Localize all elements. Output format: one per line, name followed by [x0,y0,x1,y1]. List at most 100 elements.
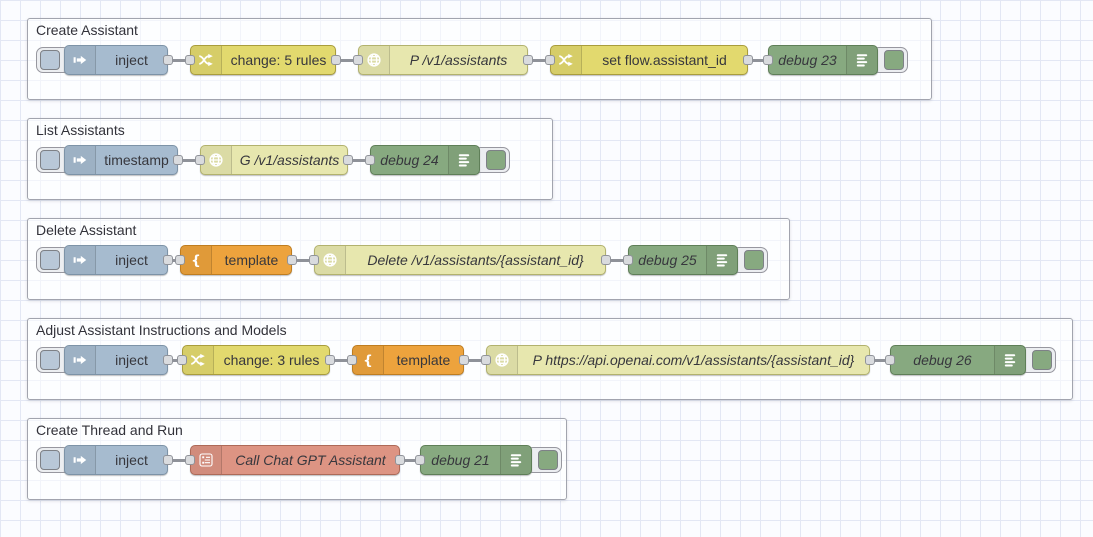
node-inject[interactable]: inject [64,245,168,275]
node-inject[interactable]: inject [64,345,168,375]
node-label: G /v1/assistants [239,152,340,168]
inject-button[interactable] [40,150,60,170]
output-port[interactable] [287,255,297,265]
input-port[interactable] [415,455,425,465]
node-inject[interactable]: timestamp [64,145,178,175]
inject-arrow-icon [65,146,96,174]
debug-toggle-button[interactable] [744,250,764,270]
node-label: inject [115,52,148,68]
debug-output-icon [448,146,479,174]
node-http[interactable]: Delete /v1/assistants/{assistant_id} [314,245,606,275]
output-port[interactable] [163,455,173,465]
input-port[interactable] [195,155,205,165]
inject-button[interactable] [40,50,60,70]
inject-button[interactable] [40,350,60,370]
node-template[interactable]: { template [352,345,464,375]
node-label: debug 21 [431,452,490,468]
input-port[interactable] [763,55,773,65]
node-label: inject [115,252,148,268]
output-port[interactable] [343,155,353,165]
node-inject[interactable]: inject [64,45,168,75]
output-port[interactable] [325,355,335,365]
wire[interactable] [340,58,354,62]
node-label: template [224,252,279,268]
shuffle-icon [183,346,214,374]
node-http[interactable]: P /v1/assistants [358,45,528,75]
flow-canvas[interactable]: Create Assistant inject change: 5 rules P /… [0,0,1093,537]
output-port[interactable] [523,55,533,65]
debug-toggle-button[interactable] [1032,350,1052,370]
node-label: Call Chat GPT Assistant [235,452,386,468]
input-port[interactable] [185,455,195,465]
node-label: timestamp [104,152,169,168]
globe-icon [487,346,518,374]
wire[interactable] [610,258,624,262]
input-port[interactable] [177,355,187,365]
input-port[interactable] [309,255,319,265]
wire[interactable] [172,58,186,62]
wire[interactable] [352,158,366,162]
node-debug[interactable]: debug 21 [420,445,532,475]
wire[interactable] [532,58,546,62]
input-port[interactable] [481,355,491,365]
node-inject[interactable]: inject [64,445,168,475]
output-port[interactable] [459,355,469,365]
input-port[interactable] [623,255,633,265]
inject-arrow-icon [65,46,96,74]
shuffle-icon [551,46,582,74]
wire[interactable] [334,358,348,362]
node-template[interactable]: { template [180,245,292,275]
node-label: set flow.assistant_id [602,52,727,68]
debug-output-icon [500,446,531,474]
svg-text:{: { [363,352,373,368]
debug-toggle-button[interactable] [538,450,558,470]
group-label: Create Assistant [36,22,138,38]
wire[interactable] [296,258,310,262]
node-label: template [396,352,451,368]
output-port[interactable] [395,455,405,465]
node-subflow[interactable]: Call Chat GPT Assistant [190,445,400,475]
wire[interactable] [182,158,196,162]
output-port[interactable] [601,255,611,265]
node-http[interactable]: G /v1/assistants [200,145,348,175]
input-port[interactable] [885,355,895,365]
debug-toggle-button[interactable] [486,150,506,170]
node-change[interactable]: set flow.assistant_id [550,45,748,75]
input-port[interactable] [353,55,363,65]
node-label: inject [115,452,148,468]
node-http[interactable]: P https://api.openai.com/v1/assistants/{… [486,345,870,375]
input-port[interactable] [365,155,375,165]
node-label: P https://api.openai.com/v1/assistants/{… [532,352,855,368]
group-label: Delete Assistant [36,222,137,238]
node-debug[interactable]: debug 24 [370,145,480,175]
input-port[interactable] [185,55,195,65]
svg-text:{: { [191,252,201,268]
output-port[interactable] [865,355,875,365]
node-debug[interactable]: debug 26 [890,345,1026,375]
output-port[interactable] [743,55,753,65]
node-change[interactable]: change: 3 rules [182,345,330,375]
inject-button[interactable] [40,450,60,470]
globe-icon [315,246,346,274]
output-port[interactable] [163,355,173,365]
inject-button[interactable] [40,250,60,270]
output-port[interactable] [163,255,173,265]
curly-brace-icon: { [353,346,384,374]
input-port[interactable] [545,55,555,65]
output-port[interactable] [331,55,341,65]
node-change[interactable]: change: 5 rules [190,45,336,75]
debug-toggle-button[interactable] [884,50,904,70]
output-port[interactable] [163,55,173,65]
node-label: debug 24 [380,152,439,168]
debug-output-icon [846,46,877,74]
node-debug[interactable]: debug 23 [768,45,878,75]
wire[interactable] [172,458,186,462]
input-port[interactable] [175,255,185,265]
input-port[interactable] [347,355,357,365]
output-port[interactable] [173,155,183,165]
wire[interactable] [468,358,482,362]
inject-arrow-icon [65,246,96,274]
node-label: change: 3 rules [223,352,320,368]
globe-icon [359,46,390,74]
node-debug[interactable]: debug 25 [628,245,738,275]
